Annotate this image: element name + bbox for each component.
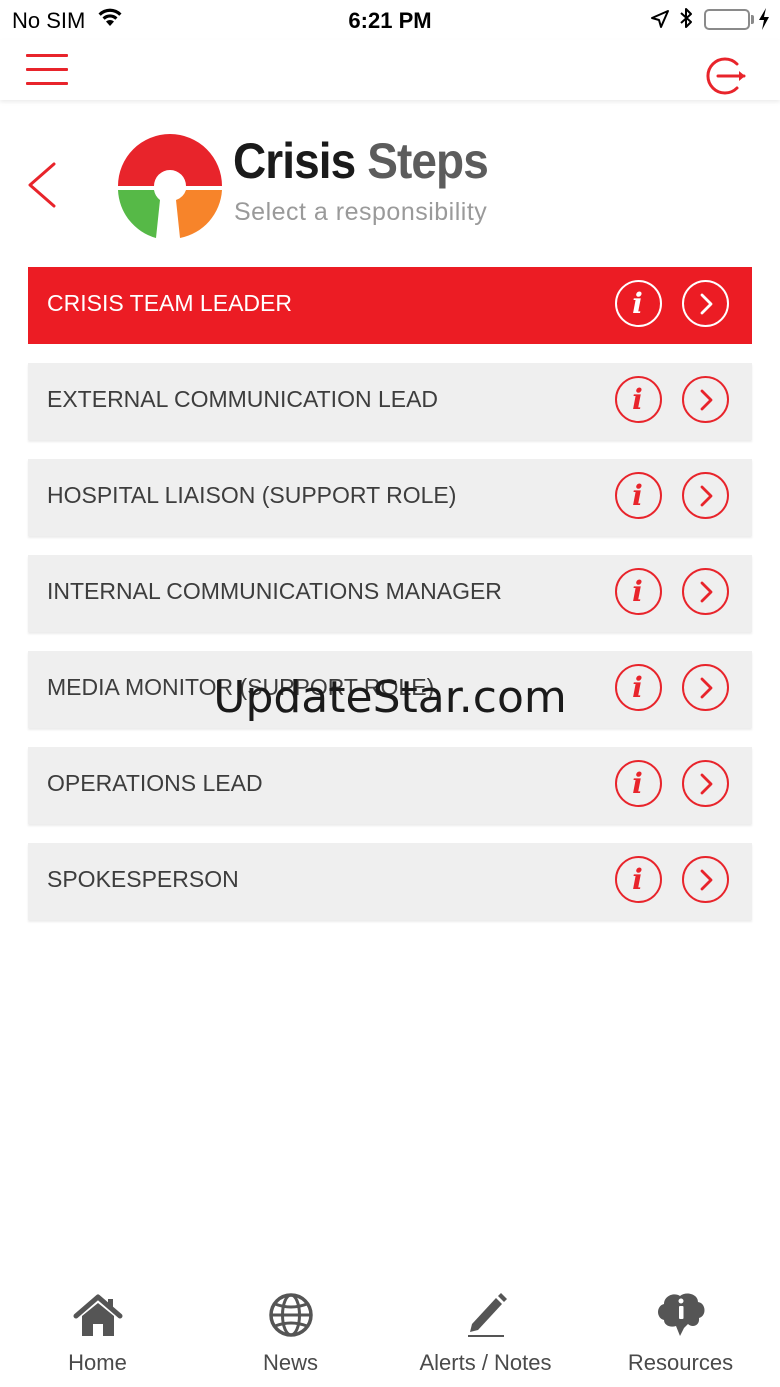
tab-home[interactable]: Home — [0, 1260, 195, 1376]
go-button[interactable] — [682, 856, 729, 903]
role-label: SPOKESPERSON — [47, 866, 239, 892]
chevron-right-icon — [700, 485, 712, 506]
brain-info-icon — [583, 1282, 778, 1338]
list-item[interactable]: CRISIS TEAM LEADER i — [28, 267, 752, 344]
role-label: INTERNAL COMMUNICATIONS MANAGER — [47, 578, 502, 604]
chevron-right-icon — [700, 773, 712, 794]
info-button[interactable]: i — [615, 280, 662, 327]
crisis-steps-logo — [114, 130, 226, 247]
hamburger-menu-icon[interactable] — [26, 54, 68, 88]
top-nav-bar — [0, 40, 780, 100]
responsibility-list: CRISIS TEAM LEADER i EXTERNAL COMMUNICAT… — [28, 267, 752, 939]
tab-alerts-notes-label: Alerts / Notes — [419, 1350, 552, 1375]
info-button[interactable]: i — [615, 760, 662, 807]
battery-icon — [704, 9, 750, 30]
info-icon: i — [632, 766, 643, 800]
watermark-text: UpdateStar.com — [213, 672, 567, 723]
list-item[interactable]: HOSPITAL LIAISON (SUPPORT ROLE) i — [28, 459, 752, 536]
info-icon: i — [632, 574, 643, 608]
info-icon: i — [632, 286, 643, 320]
chevron-right-icon — [700, 581, 712, 602]
globe-icon — [193, 1282, 388, 1338]
app-title-crisis: Crisis — [233, 133, 356, 189]
go-button[interactable] — [682, 760, 729, 807]
home-icon — [0, 1282, 195, 1338]
status-bar: No SIM 6:21 PM — [0, 0, 780, 40]
tab-resources-label: Resources — [627, 1350, 734, 1375]
go-button[interactable] — [682, 472, 729, 519]
page-subtitle: Select a responsibility — [234, 198, 488, 226]
info-button[interactable]: i — [615, 568, 662, 615]
info-icon: i — [632, 862, 643, 896]
location-arrow-icon — [650, 9, 670, 35]
info-button[interactable]: i — [615, 856, 662, 903]
bluetooth-icon — [678, 6, 694, 36]
list-item[interactable]: EXTERNAL COMMUNICATION LEAD i — [28, 363, 752, 440]
go-button[interactable] — [682, 280, 729, 327]
tab-news[interactable]: News — [193, 1260, 388, 1376]
role-label: EXTERNAL COMMUNICATION LEAD — [47, 386, 439, 412]
app-title-steps: Steps — [367, 133, 489, 189]
pencil-icon — [388, 1282, 583, 1338]
list-item[interactable]: INTERNAL COMMUNICATIONS MANAGER i — [28, 555, 752, 632]
tab-alerts-notes[interactable]: Alerts / Notes — [388, 1260, 583, 1376]
tab-news-label: News — [262, 1350, 318, 1375]
chevron-right-icon — [700, 389, 712, 410]
charging-bolt-icon — [757, 7, 771, 37]
list-item[interactable]: OPERATIONS LEAD i — [28, 747, 752, 824]
info-icon: i — [632, 382, 643, 416]
list-item[interactable]: SPOKESPERSON i — [28, 843, 752, 920]
tab-home-label: Home — [68, 1350, 127, 1375]
info-icon: i — [632, 478, 643, 512]
tab-resources[interactable]: Resources — [583, 1260, 778, 1376]
info-button[interactable]: i — [615, 472, 662, 519]
chevron-right-icon — [700, 293, 712, 314]
role-label: CRISIS TEAM LEADER — [47, 290, 292, 316]
bottom-tab-bar: Home News Alerts / Notes Resources — [0, 1260, 780, 1387]
go-button[interactable] — [682, 376, 729, 423]
role-label: OPERATIONS LEAD — [47, 770, 263, 796]
app-title: Crisis Steps — [233, 132, 489, 190]
chevron-right-icon — [700, 869, 712, 890]
role-label: HOSPITAL LIAISON (SUPPORT ROLE) — [47, 482, 457, 508]
info-button[interactable]: i — [615, 376, 662, 423]
go-button[interactable] — [682, 568, 729, 615]
logout-icon[interactable] — [704, 54, 750, 103]
back-chevron-icon[interactable] — [24, 160, 58, 215]
